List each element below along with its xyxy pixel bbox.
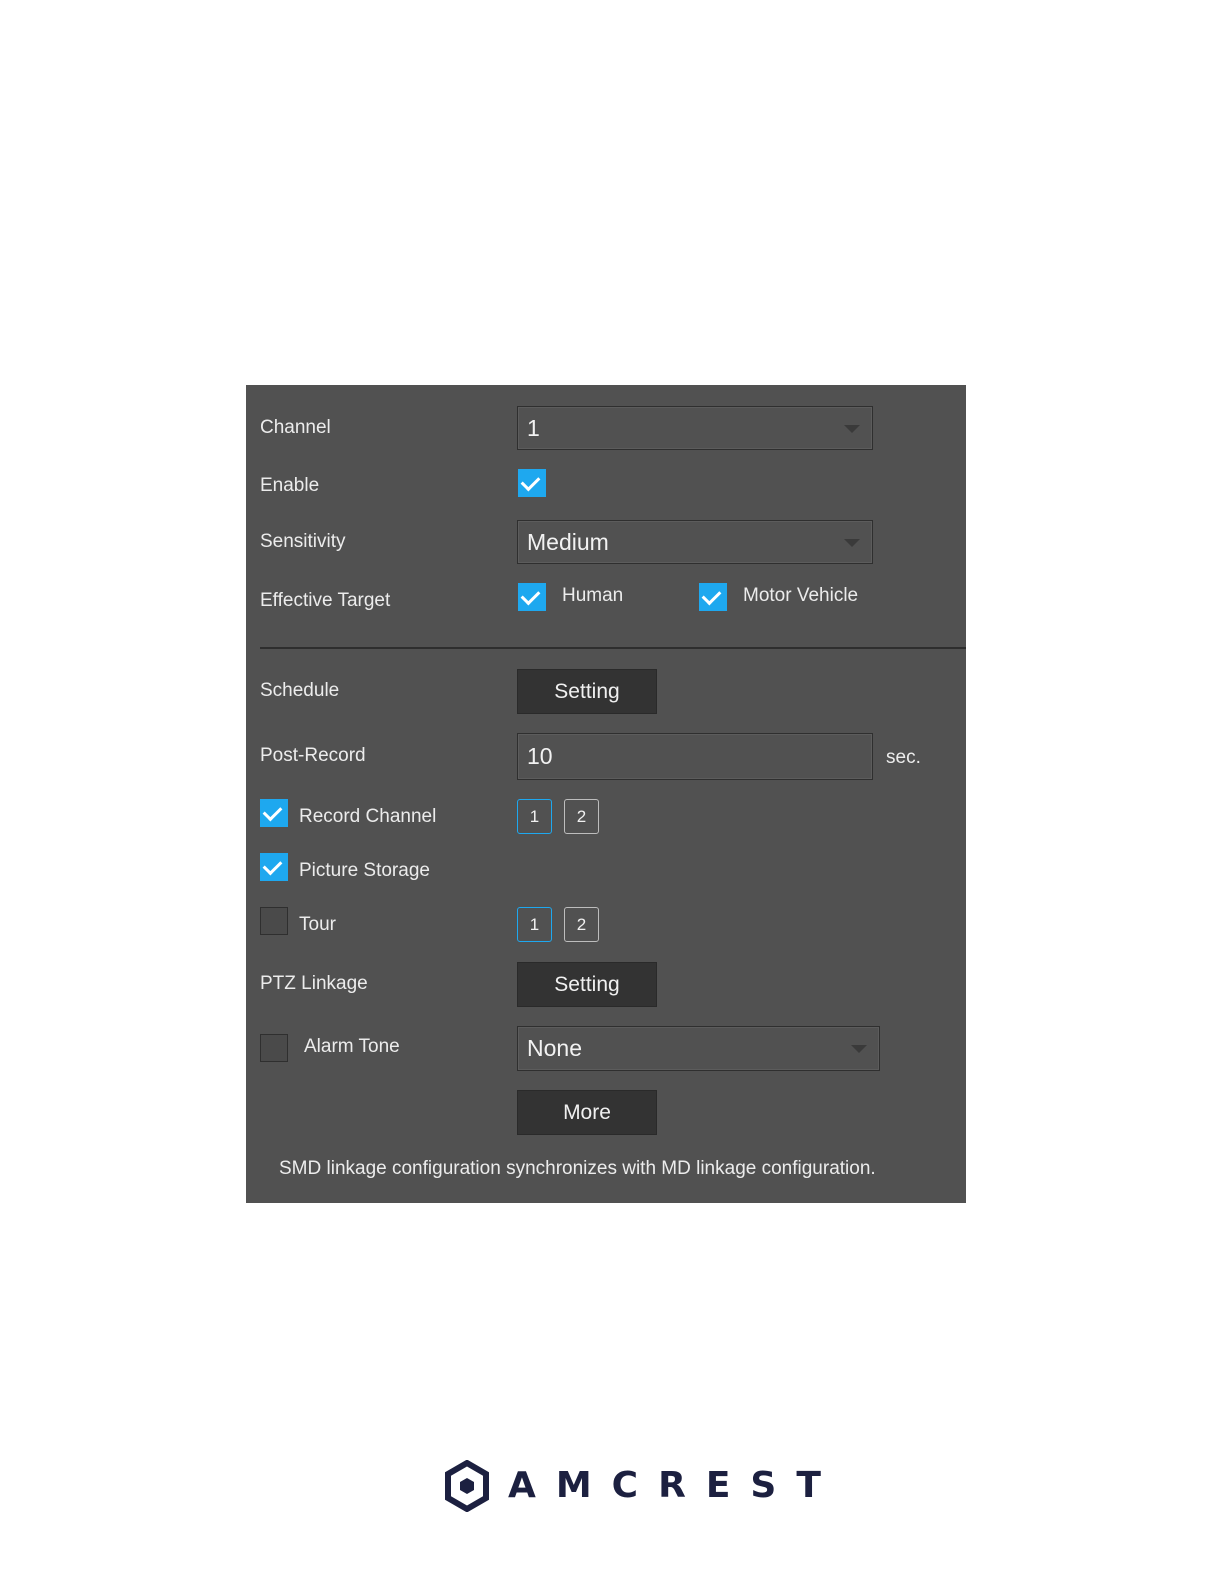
motor-vehicle-label: Motor Vehicle [743, 585, 859, 606]
amcrest-logo: AMCREST [444, 1460, 821, 1512]
tour-label: Tour [299, 914, 336, 935]
record-channel-1[interactable]: 1 [517, 799, 552, 834]
tour-checkbox[interactable] [260, 907, 288, 935]
human-checkbox[interactable] [518, 583, 546, 611]
section-divider [260, 647, 966, 649]
alarm-tone-select[interactable]: None [517, 1026, 880, 1071]
record-channel-2[interactable]: 2 [564, 799, 599, 834]
post-record-unit: sec. [886, 747, 921, 768]
channel-value: 1 [527, 415, 540, 441]
schedule-setting-button[interactable]: Setting [517, 669, 657, 714]
linkage-note: SMD linkage configuration synchronizes w… [279, 1158, 876, 1179]
sensitivity-select[interactable]: Medium [517, 520, 873, 564]
record-channel-checkbox[interactable] [260, 799, 288, 827]
tour-channel-1[interactable]: 1 [517, 907, 552, 942]
alarm-tone-checkbox[interactable] [260, 1034, 288, 1062]
sensitivity-value: Medium [527, 529, 609, 555]
enable-checkbox[interactable] [518, 469, 546, 497]
logo-text: AMCREST [508, 1465, 841, 1506]
ptz-linkage-setting-button[interactable]: Setting [517, 962, 657, 1007]
channel-label: Channel [260, 417, 331, 438]
tour-channel-2[interactable]: 2 [564, 907, 599, 942]
channel-select[interactable]: 1 [517, 406, 873, 450]
motor-vehicle-checkbox[interactable] [699, 583, 727, 611]
post-record-label: Post-Record [260, 745, 366, 766]
alarm-tone-label: Alarm Tone [304, 1036, 400, 1057]
record-channel-label: Record Channel [299, 806, 437, 827]
schedule-label: Schedule [260, 680, 340, 701]
human-label: Human [562, 585, 624, 606]
more-button[interactable]: More [517, 1090, 657, 1135]
enable-label: Enable [260, 475, 320, 496]
caret-down-icon [851, 1045, 867, 1053]
amcrest-hexagon-icon [445, 1460, 489, 1512]
smd-settings-panel: Channel 1 Enable Sensitivity Medium Effe… [246, 385, 966, 1203]
post-record-input[interactable]: 10 [517, 733, 873, 780]
picture-storage-checkbox[interactable] [260, 853, 288, 881]
caret-down-icon [844, 425, 860, 433]
effective-target-label: Effective Target [260, 590, 391, 611]
picture-storage-label: Picture Storage [299, 860, 430, 881]
sensitivity-label: Sensitivity [260, 531, 346, 552]
caret-down-icon [844, 539, 860, 547]
ptz-linkage-label: PTZ Linkage [260, 973, 368, 994]
alarm-tone-value: None [527, 1035, 582, 1061]
